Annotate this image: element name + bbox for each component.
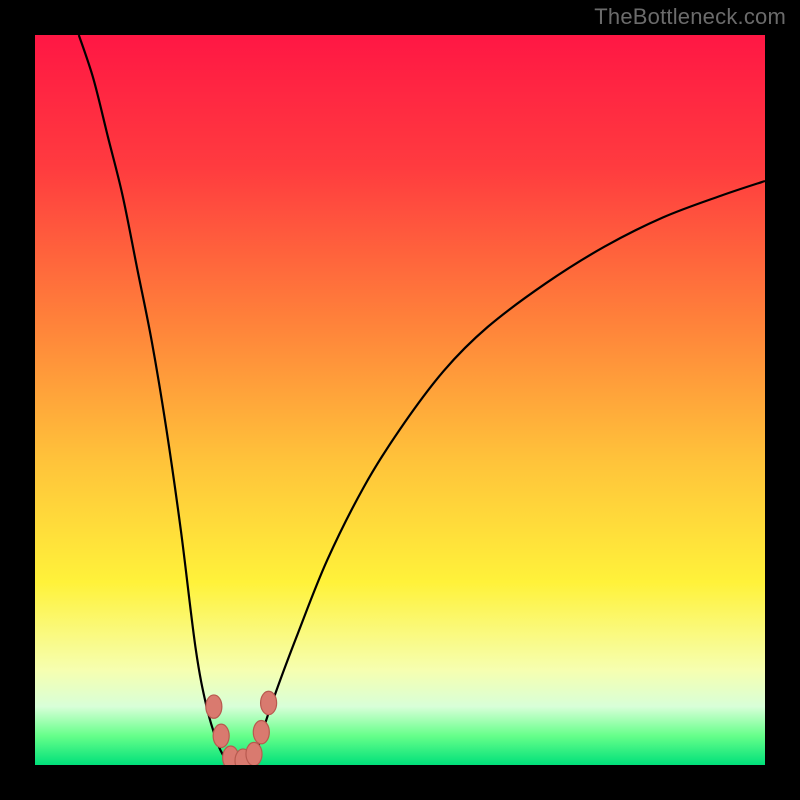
gradient-background [35, 35, 765, 765]
chart-frame: TheBottleneck.com [0, 0, 800, 800]
marker-point [206, 695, 222, 718]
watermark-label: TheBottleneck.com [594, 4, 786, 30]
marker-point [213, 724, 229, 747]
marker-point [261, 691, 277, 714]
marker-point [246, 742, 262, 765]
marker-point [253, 720, 269, 743]
bottleneck-chart [35, 35, 765, 765]
